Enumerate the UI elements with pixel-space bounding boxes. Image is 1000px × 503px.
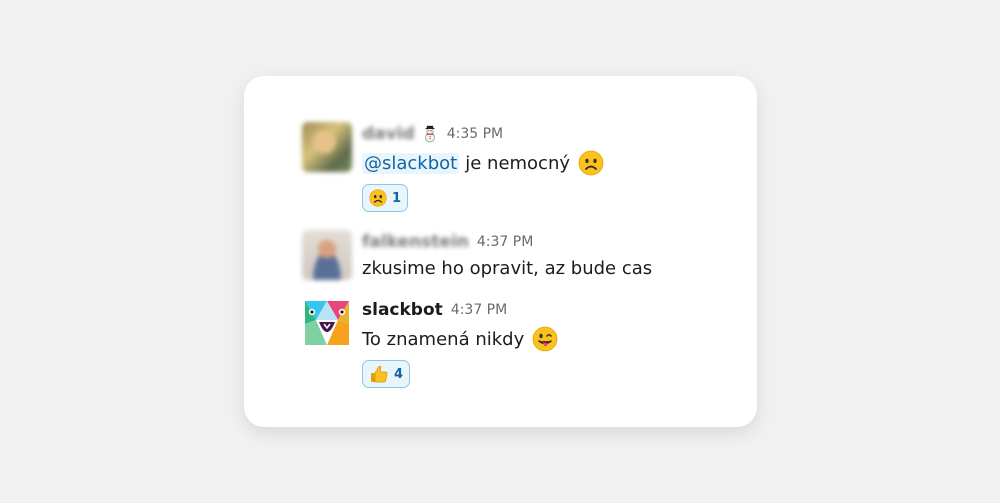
- message-card: david 4:35 PM @slackbot je nemocný 1 fal…: [244, 76, 757, 427]
- message-3: slackbot 4:37 PM To znamená nikdy 4: [302, 298, 737, 398]
- timestamp[interactable]: 4:37 PM: [451, 302, 507, 318]
- message-text: To znamená nikdy: [362, 326, 737, 352]
- avatar[interactable]: [302, 230, 352, 280]
- user-mention[interactable]: @slackbot: [362, 152, 460, 174]
- author-name[interactable]: slackbot: [362, 300, 443, 320]
- frowning-face-icon: [369, 189, 387, 207]
- timestamp[interactable]: 4:35 PM: [447, 126, 503, 142]
- message-1: david 4:35 PM @slackbot je nemocný 1: [302, 122, 737, 222]
- message-body: To znamená nikdy: [362, 328, 525, 350]
- reaction-count: 1: [392, 190, 402, 206]
- timestamp[interactable]: 4:37 PM: [477, 234, 533, 250]
- thumbs-up-icon: [369, 364, 389, 384]
- frowning-face-icon: [578, 150, 604, 176]
- reaction-button[interactable]: 4: [362, 360, 411, 388]
- slackbot-avatar[interactable]: [302, 298, 352, 348]
- message-text: @slackbot je nemocný: [362, 150, 737, 176]
- avatar[interactable]: [302, 122, 352, 172]
- author-name[interactable]: david: [362, 124, 415, 144]
- author-name[interactable]: falkenstein: [362, 232, 469, 252]
- winking-tongue-face-icon: [532, 326, 558, 352]
- reaction-count: 4: [394, 366, 404, 382]
- reaction-button[interactable]: 1: [362, 184, 409, 212]
- message-body: je nemocný: [465, 152, 571, 174]
- message-body: zkusime ho opravit, az bude cas: [362, 258, 653, 279]
- snowman-icon: [421, 125, 439, 143]
- message-2: falkenstein 4:37 PM zkusime ho opravit, …: [302, 230, 737, 290]
